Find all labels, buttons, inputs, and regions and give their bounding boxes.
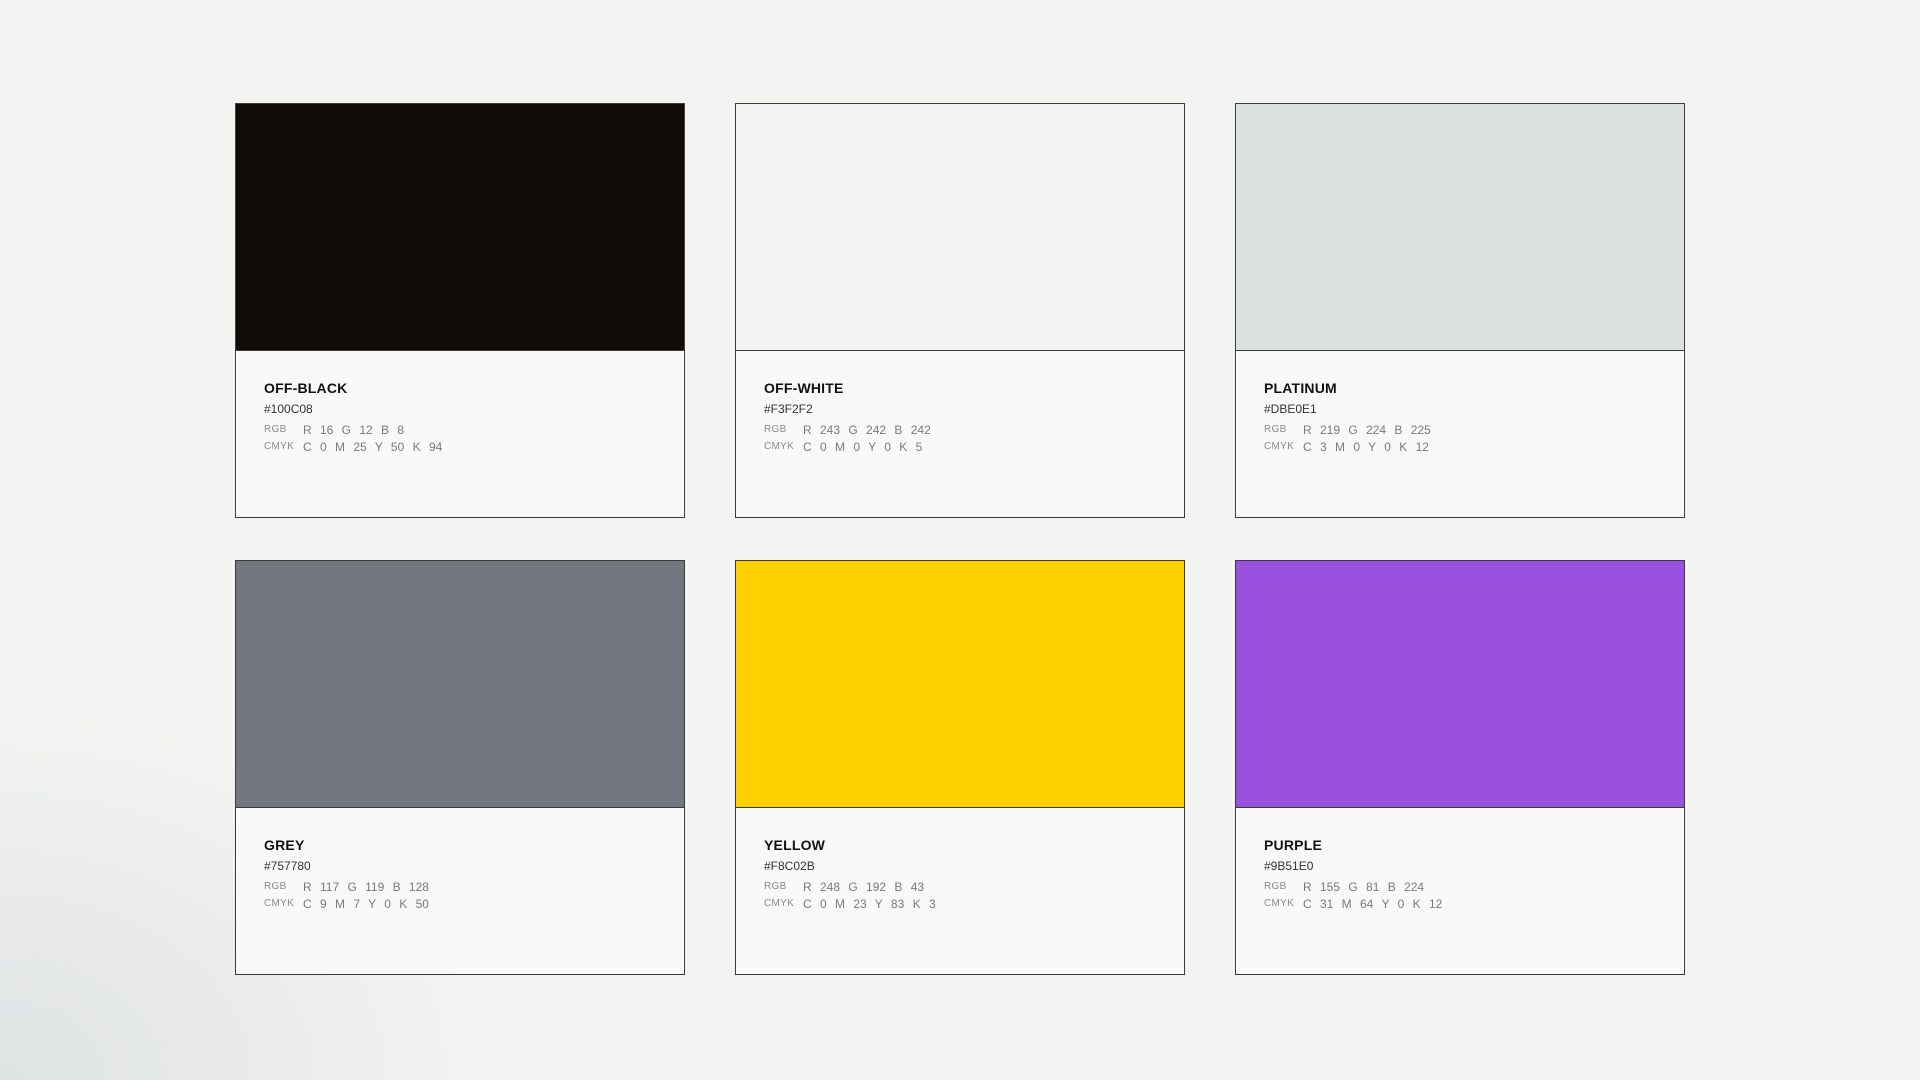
swatch-rgb-row: RGB R 219 G 224 B 225 (1264, 423, 1684, 437)
color-swatch (1236, 104, 1684, 351)
cmyk-value: C 0 M 23 Y 83 K 3 (803, 897, 936, 911)
swatch-grid: OFF-BLACK #100C08 RGB R 16 G 12 B 8 CMYK… (235, 103, 1685, 975)
swatch-cmyk-row: CMYK C 3 M 0 Y 0 K 12 (1264, 440, 1684, 454)
cmyk-label: CMYK (264, 441, 295, 452)
swatch-card-off-white[interactable]: OFF-WHITE #F3F2F2 RGB R 243 G 242 B 242 … (735, 103, 1185, 518)
cmyk-value: C 0 M 25 Y 50 K 94 (303, 440, 443, 454)
rgb-label: RGB (764, 881, 787, 892)
swatch-name: PLATINUM (1264, 380, 1337, 396)
swatch-hex: #F8C02B (764, 859, 815, 873)
rgb-value: R 243 G 242 B 242 (803, 423, 931, 437)
color-swatch (236, 561, 684, 808)
cmyk-label: CMYK (264, 898, 295, 909)
rgb-label: RGB (264, 881, 287, 892)
rgb-value: R 248 G 192 B 43 (803, 880, 925, 894)
swatch-info: PURPLE #9B51E0 RGB R 155 G 81 B 224 CMYK… (1236, 808, 1684, 911)
swatch-card-purple[interactable]: PURPLE #9B51E0 RGB R 155 G 81 B 224 CMYK… (1235, 560, 1685, 975)
rgb-label: RGB (1264, 424, 1287, 435)
cmyk-label: CMYK (764, 441, 795, 452)
swatch-cmyk-row: CMYK C 0 M 25 Y 50 K 94 (264, 440, 684, 454)
swatch-name: OFF-BLACK (264, 380, 348, 396)
swatch-cmyk-row: CMYK C 0 M 23 Y 83 K 3 (764, 897, 1184, 911)
swatch-card-off-black[interactable]: OFF-BLACK #100C08 RGB R 16 G 12 B 8 CMYK… (235, 103, 685, 518)
rgb-label: RGB (1264, 881, 1287, 892)
cmyk-value: C 3 M 0 Y 0 K 12 (1303, 440, 1429, 454)
swatch-card-grey[interactable]: GREY #757780 RGB R 117 G 119 B 128 CMYK … (235, 560, 685, 975)
cmyk-label: CMYK (1264, 898, 1295, 909)
color-swatch (736, 104, 1184, 351)
cmyk-value: C 31 M 64 Y 0 K 12 (1303, 897, 1443, 911)
cmyk-value: C 9 M 7 Y 0 K 50 (303, 897, 429, 911)
swatch-cmyk-row: CMYK C 9 M 7 Y 0 K 50 (264, 897, 684, 911)
rgb-label: RGB (264, 424, 287, 435)
swatch-info: GREY #757780 RGB R 117 G 119 B 128 CMYK … (236, 808, 684, 911)
swatch-cmyk-row: CMYK C 0 M 0 Y 0 K 5 (764, 440, 1184, 454)
swatch-name: PURPLE (1264, 837, 1322, 853)
swatch-info: OFF-BLACK #100C08 RGB R 16 G 12 B 8 CMYK… (236, 351, 684, 454)
swatch-hex: #DBE0E1 (1264, 402, 1317, 416)
swatch-name: GREY (264, 837, 305, 853)
cmyk-label: CMYK (764, 898, 795, 909)
rgb-value: R 219 G 224 B 225 (1303, 423, 1431, 437)
swatch-hex: #9B51E0 (1264, 859, 1314, 873)
swatch-info: OFF-WHITE #F3F2F2 RGB R 243 G 242 B 242 … (736, 351, 1184, 454)
color-swatch (1236, 561, 1684, 808)
rgb-value: R 155 G 81 B 224 (1303, 880, 1425, 894)
swatch-info: YELLOW #F8C02B RGB R 248 G 192 B 43 CMYK… (736, 808, 1184, 911)
swatch-name: OFF-WHITE (764, 380, 844, 396)
cmyk-value: C 0 M 0 Y 0 K 5 (803, 440, 923, 454)
swatch-card-platinum[interactable]: PLATINUM #DBE0E1 RGB R 219 G 224 B 225 C… (1235, 103, 1685, 518)
color-swatch (236, 104, 684, 351)
swatch-hex: #757780 (264, 859, 311, 873)
rgb-value: R 117 G 119 B 128 (303, 880, 429, 894)
swatch-hex: #F3F2F2 (764, 402, 813, 416)
swatch-rgb-row: RGB R 155 G 81 B 224 (1264, 880, 1684, 894)
swatch-rgb-row: RGB R 117 G 119 B 128 (264, 880, 684, 894)
swatch-rgb-row: RGB R 248 G 192 B 43 (764, 880, 1184, 894)
swatch-rgb-row: RGB R 243 G 242 B 242 (764, 423, 1184, 437)
swatch-rgb-row: RGB R 16 G 12 B 8 (264, 423, 684, 437)
cmyk-label: CMYK (1264, 441, 1295, 452)
swatch-hex: #100C08 (264, 402, 313, 416)
swatch-cmyk-row: CMYK C 31 M 64 Y 0 K 12 (1264, 897, 1684, 911)
swatch-name: YELLOW (764, 837, 826, 853)
swatch-info: PLATINUM #DBE0E1 RGB R 219 G 224 B 225 C… (1236, 351, 1684, 454)
color-swatch (736, 561, 1184, 808)
rgb-label: RGB (764, 424, 787, 435)
rgb-value: R 16 G 12 B 8 (303, 423, 405, 437)
swatch-card-yellow[interactable]: YELLOW #F8C02B RGB R 248 G 192 B 43 CMYK… (735, 560, 1185, 975)
